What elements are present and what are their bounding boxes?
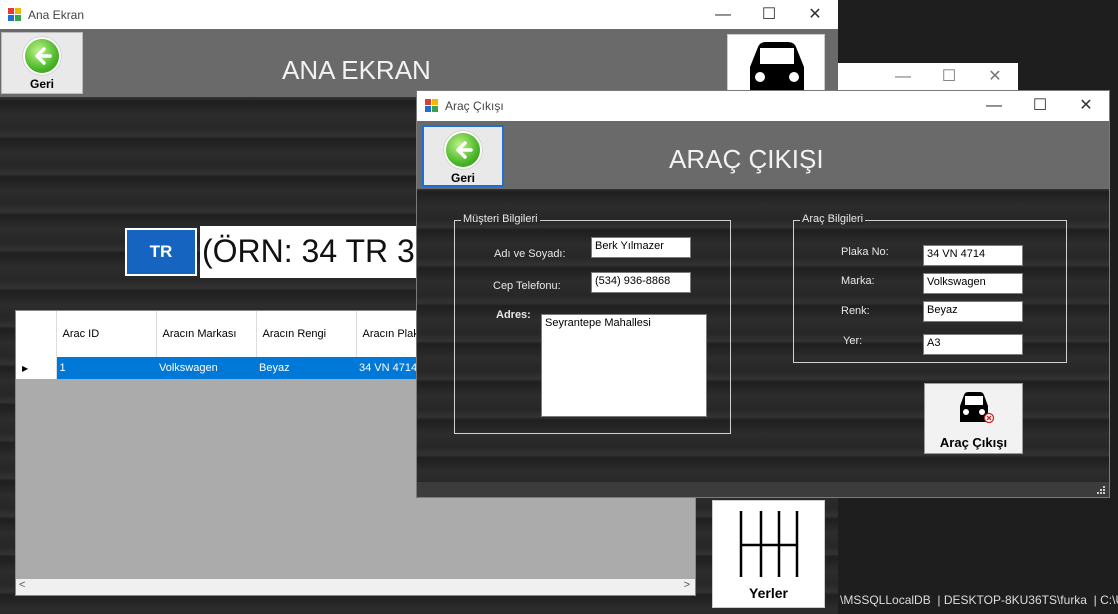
exit-dialog: Araç Çıkışı — ☐ ✕ ARAÇ ÇIKIŞI Geri Müşte…	[416, 90, 1110, 498]
app-icon	[8, 7, 22, 22]
table-cell[interactable]: Beyaz	[256, 357, 356, 379]
main-window-title: Ana Ekran	[28, 7, 85, 22]
background-window: — ☐ ✕	[838, 63, 1018, 91]
back-button-label: Geri	[29, 77, 54, 91]
minimize-button[interactable]: —	[700, 0, 746, 29]
address-field[interactable]: Seyrantepe Mahallesi	[541, 314, 707, 417]
place-label: Yer:	[843, 335, 863, 347]
place-field[interactable]: A3	[923, 334, 1023, 355]
vehicle-exit-button[interactable]: Araç Çıkışı	[924, 383, 1023, 454]
main-titlebar[interactable]: Ana Ekran — ☐ ✕	[0, 0, 838, 29]
parking-spaces-icon	[739, 511, 799, 577]
dialog-minimize-button[interactable]: —	[971, 91, 1017, 121]
table-cell[interactable]: Volkswagen	[156, 357, 256, 379]
bg-close-button[interactable]: ✕	[972, 63, 1018, 91]
bg-maximize-button[interactable]: ☐	[926, 63, 972, 91]
name-label: Adı ve Soyadı:	[494, 248, 566, 260]
customer-info-legend: Müşteri Bilgileri	[461, 213, 540, 225]
grid-column-header[interactable]: Arac ID	[56, 311, 157, 357]
scroll-left-button[interactable]: <	[19, 579, 25, 591]
dialog-back-button[interactable]: Geri	[422, 125, 504, 187]
grid-column-header[interactable]: Aracın Rengi	[256, 311, 357, 357]
plate-input[interactable]: (ÖRN: 34 TR 3	[200, 226, 440, 278]
back-arrow-icon	[23, 37, 61, 75]
close-button[interactable]: ✕	[792, 0, 838, 29]
dialog-header-title: ARAÇ ÇIKIŞI	[669, 144, 824, 174]
resize-grip-icon[interactable]	[1096, 485, 1106, 495]
dialog-close-button[interactable]: ✕	[1063, 91, 1109, 121]
places-button-label: Yerler	[749, 585, 788, 601]
dialog-titlebar[interactable]: Araç Çıkışı — ☐ ✕	[417, 91, 1109, 121]
color-field[interactable]: Beyaz	[923, 301, 1023, 322]
back-button-label: Geri	[450, 171, 475, 185]
back-arrow-icon	[444, 131, 482, 169]
main-back-button[interactable]: Geri	[1, 32, 83, 94]
places-button[interactable]: Yerler	[712, 500, 825, 608]
maximize-button[interactable]: ☐	[746, 0, 792, 29]
scroll-right-button[interactable]: >	[684, 579, 690, 591]
color-label: Renk:	[841, 305, 870, 317]
main-header-title: ANA EKRAN	[282, 55, 431, 85]
dialog-title: Araç Çıkışı	[445, 99, 504, 113]
car-button[interactable]	[727, 34, 825, 96]
name-field[interactable]: Berk Yılmazer	[591, 237, 691, 258]
plate-field[interactable]: 34 VN 4714	[923, 245, 1023, 266]
address-label: Adres:	[496, 309, 531, 321]
dialog-footer	[417, 482, 1109, 497]
table-cell[interactable]: 1	[56, 357, 156, 379]
brand-field[interactable]: Volkswagen	[923, 273, 1023, 294]
grid-column-header[interactable]: Aracın Markası	[156, 311, 257, 357]
table-row[interactable]: ▶ 1 Volkswagen Beyaz 34 VN 4714	[16, 357, 476, 379]
dialog-maximize-button[interactable]: ☐	[1017, 91, 1063, 121]
vehicle-exit-label: Araç Çıkışı	[939, 435, 1008, 450]
grid-row-header-corner	[16, 311, 57, 357]
plate-label: Plaka No:	[841, 246, 889, 258]
phone-label: Cep Telefonu:	[493, 280, 561, 292]
horizontal-scrollbar[interactable]: < >	[16, 579, 695, 595]
plate-country-badge: TR	[125, 228, 197, 276]
row-selected-marker: ▶	[16, 357, 57, 379]
brand-label: Marka:	[841, 275, 875, 287]
app-icon	[425, 99, 439, 113]
car-icon	[750, 42, 804, 95]
vehicle-info-legend: Araç Bilgileri	[800, 213, 866, 225]
phone-field[interactable]: (534) 936-8868	[591, 272, 691, 293]
status-bar: \MSSQLLocalDB | DESKTOP-8KU36TS\furka | …	[838, 590, 1118, 614]
car-exit-icon	[960, 392, 995, 424]
bg-minimize-button[interactable]: —	[880, 63, 926, 91]
